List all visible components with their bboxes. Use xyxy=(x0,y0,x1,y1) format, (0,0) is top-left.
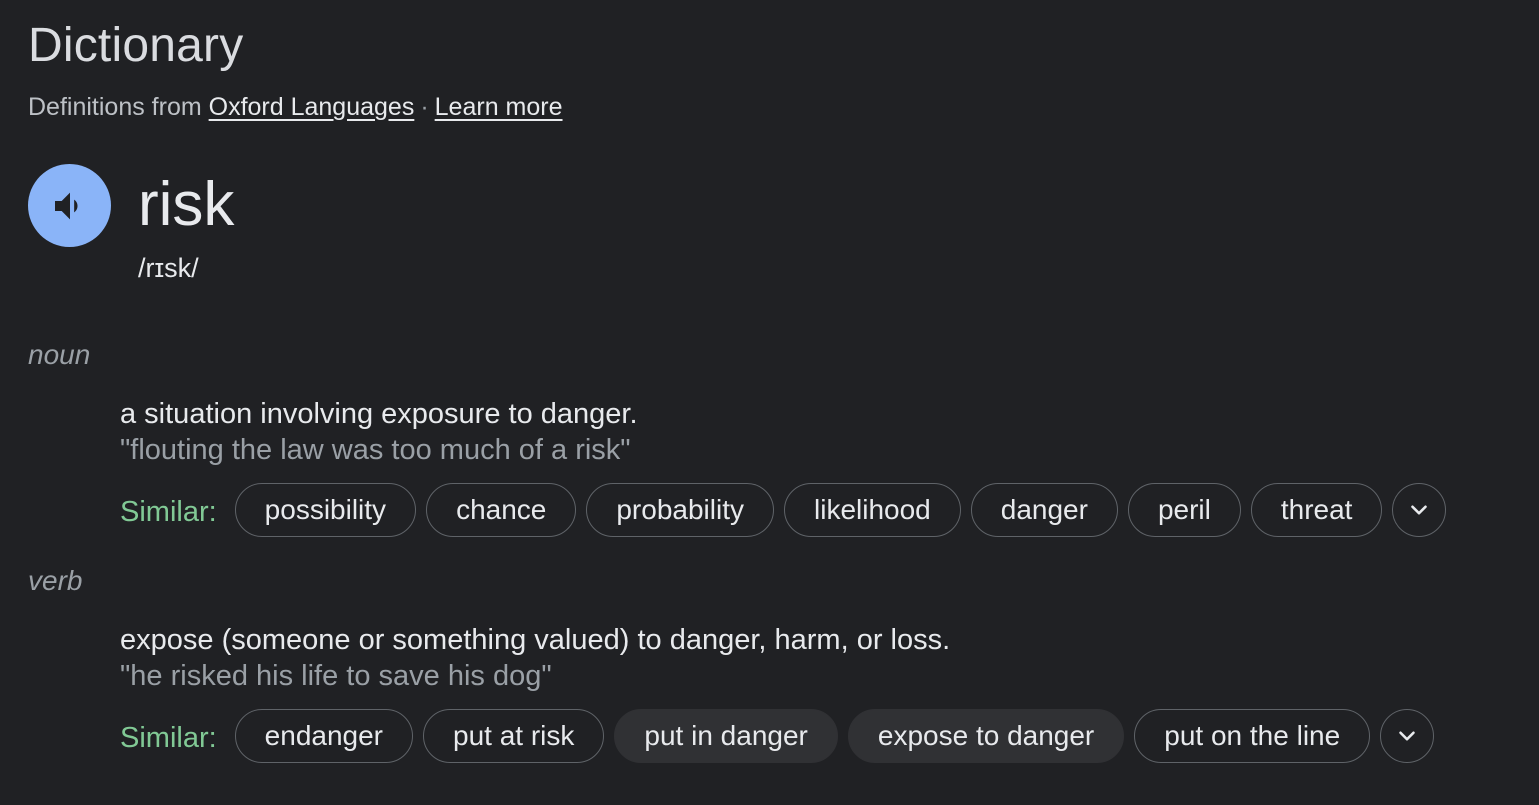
source-prefix: Definitions from xyxy=(28,93,202,121)
source-line: Definitions from Oxford Languages · Learn … xyxy=(28,92,1518,122)
similar-chip-expose-to-danger[interactable]: expose to danger xyxy=(847,709,1125,763)
similar-row-verb: Similar: endanger put at risk put in dan… xyxy=(120,708,1518,764)
volume-icon xyxy=(54,192,77,219)
similar-label: Similar: xyxy=(120,496,217,528)
example-verb: "he risked his life to save his dog" xyxy=(120,660,552,692)
expand-similar-verb-button[interactable] xyxy=(1380,709,1435,763)
chevron-down-icon xyxy=(1411,505,1428,515)
learn-more-link[interactable]: Learn more xyxy=(435,93,563,121)
separator-dot: · xyxy=(420,93,429,121)
similar-chip-put-at-risk[interactable]: put at risk xyxy=(423,709,605,763)
similar-chip-put-in-danger[interactable]: put in danger xyxy=(614,709,838,763)
definition-noun: a situation involving exposure to danger… xyxy=(120,398,638,430)
sense-noun: a situation involving exposure to danger… xyxy=(120,396,1518,538)
part-of-speech-verb: verb xyxy=(28,565,83,596)
oxford-languages-link[interactable]: Oxford Languages xyxy=(209,93,415,121)
similar-chip-endanger[interactable]: endanger xyxy=(234,709,414,763)
sense-verb: expose (someone or something valued) to … xyxy=(120,622,1518,764)
pronunciation-button[interactable] xyxy=(28,164,111,247)
similar-chip-peril[interactable]: peril xyxy=(1127,483,1241,537)
expand-similar-noun-button[interactable] xyxy=(1392,483,1447,537)
card-title: Dictionary xyxy=(28,19,244,72)
similar-chip-threat[interactable]: threat xyxy=(1250,483,1383,537)
similar-chip-possibility[interactable]: possibility xyxy=(234,483,417,537)
headword: risk xyxy=(138,170,235,239)
dictionary-card: Dictionary Definitions from Oxford Langu… xyxy=(28,18,1518,764)
similar-chip-put-on-the-line[interactable]: put on the line xyxy=(1134,709,1371,763)
phonetic-spelling: /rɪsk/ xyxy=(138,253,199,283)
headword-column: risk /rɪsk/ xyxy=(138,164,234,284)
similar-chip-likelihood[interactable]: likelihood xyxy=(784,483,961,537)
part-of-speech-noun: noun xyxy=(28,339,91,370)
similar-chip-danger[interactable]: danger xyxy=(970,483,1118,537)
headword-row: risk /rɪsk/ xyxy=(28,164,1518,284)
similar-chip-probability[interactable]: probability xyxy=(586,483,774,537)
definition-verb: expose (someone or something valued) to … xyxy=(120,624,951,656)
similar-row-noun: Similar: possibility chance probability … xyxy=(120,482,1518,538)
chevron-down-icon xyxy=(1399,731,1415,741)
example-noun: "flouting the law was too much of a risk… xyxy=(120,434,631,466)
similar-label: Similar: xyxy=(120,722,217,754)
similar-chip-chance[interactable]: chance xyxy=(426,483,577,537)
